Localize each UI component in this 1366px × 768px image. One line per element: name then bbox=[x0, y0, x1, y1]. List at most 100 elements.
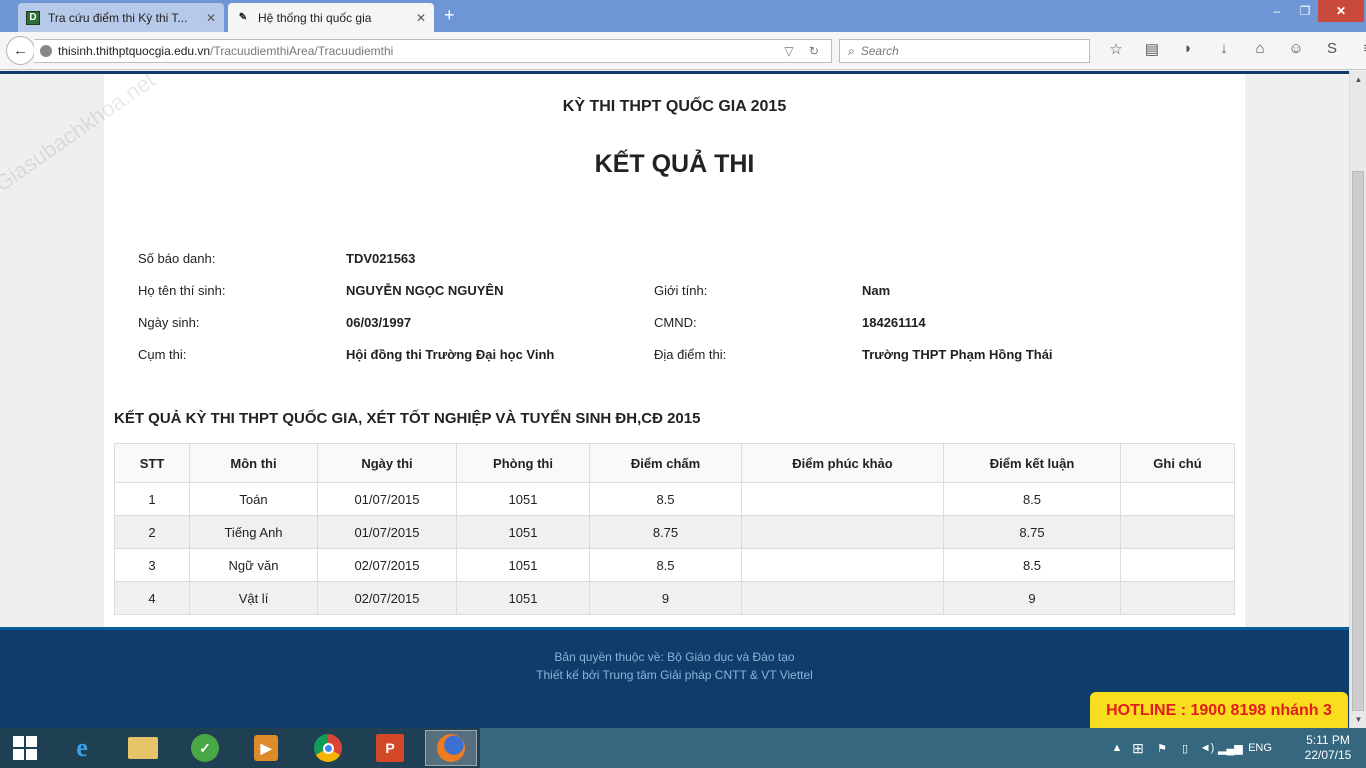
cell-room: 1051 bbox=[456, 515, 590, 549]
skype-icon[interactable]: S bbox=[1314, 40, 1350, 58]
cell-note bbox=[1120, 482, 1235, 516]
page-title: KẾT QUẢ THI bbox=[594, 150, 755, 178]
home-icon[interactable]: ⌂ bbox=[1242, 40, 1278, 58]
sbd-label: Số báo danh: bbox=[138, 251, 216, 266]
network-icon[interactable]: ▂▄▆ bbox=[1218, 742, 1243, 755]
cell-date: 02/07/2015 bbox=[317, 581, 457, 615]
exam-title: KỲ THI THPT QUỐC GIA 2015 bbox=[562, 98, 787, 115]
tab-title: Hệ thống thi quốc gia bbox=[258, 10, 372, 25]
cell-score: 8.5 bbox=[589, 548, 742, 582]
close-tab-icon[interactable]: ✕ bbox=[206, 11, 216, 25]
location-label: Địa điểm thi: bbox=[654, 347, 727, 362]
reload-icon[interactable]: ▽ ↻ bbox=[784, 44, 825, 58]
cell-stt: 1 bbox=[114, 482, 190, 516]
cell-note bbox=[1120, 581, 1235, 615]
result-card: KỲ THI THPT QUỐC GIA 2015 KẾT QUẢ THI Số… bbox=[104, 74, 1245, 627]
cell-final-score: 8.75 bbox=[943, 515, 1121, 549]
site-favicon-icon: D bbox=[26, 10, 40, 25]
scroll-up-icon[interactable]: ▲ bbox=[1350, 71, 1366, 88]
new-tab-button[interactable]: + bbox=[444, 5, 455, 26]
search-input[interactable]: ⌕ Search bbox=[839, 39, 1090, 63]
dob-value: 06/03/1997 bbox=[346, 315, 412, 330]
scroll-down-icon[interactable]: ▼ bbox=[1350, 711, 1366, 728]
cell-room: 1051 bbox=[456, 482, 590, 516]
name-label: Họ tên thí sinh: bbox=[138, 283, 226, 298]
hotline-banner[interactable]: HOTLINE : 1900 8198 nhánh 3 bbox=[1090, 692, 1348, 730]
chat-icon[interactable]: ☺ bbox=[1278, 40, 1314, 58]
download-icon[interactable]: ↓ bbox=[1206, 40, 1242, 58]
firefox-icon[interactable] bbox=[425, 730, 477, 766]
maximize-button[interactable]: ❐ bbox=[1292, 0, 1318, 22]
cell-final-score: 9 bbox=[943, 581, 1121, 615]
cell-subject: Vật lí bbox=[189, 581, 318, 615]
cell-review-score bbox=[741, 548, 944, 582]
file-explorer-icon[interactable] bbox=[117, 730, 169, 766]
flag-icon[interactable]: ⚑ bbox=[1150, 742, 1174, 755]
pencil-icon: ✎ bbox=[238, 12, 248, 23]
volume-icon[interactable]: ◄) bbox=[1196, 742, 1218, 754]
clock-time: 5:11 PM bbox=[1306, 733, 1350, 747]
header-date: Ngày thi bbox=[317, 443, 457, 483]
chrome-icon[interactable] bbox=[302, 730, 354, 766]
scroll-thumb[interactable] bbox=[1352, 171, 1364, 711]
minimize-button[interactable]: – bbox=[1262, 0, 1292, 22]
battery-icon[interactable]: ▯ bbox=[1174, 742, 1196, 755]
cell-final-score: 8.5 bbox=[943, 548, 1121, 582]
cell-subject: Toán bbox=[189, 482, 318, 516]
browser-toolbar: ☆ ▤ ◗ ↓ ⌂ ☺ S ≡ bbox=[1098, 40, 1366, 58]
windows-logo-icon bbox=[13, 736, 37, 760]
sbd-value: TDV021563 bbox=[346, 251, 416, 266]
page-scrollbar[interactable]: ▲ ▼ bbox=[1349, 71, 1366, 728]
header-room: Phòng thi bbox=[456, 443, 590, 483]
gender-label: Giới tính: bbox=[654, 283, 708, 298]
scores-table: STT Môn thi Ngày thi Phòng thi Điểm chấm… bbox=[114, 443, 1235, 615]
bookmark-star-icon[interactable]: ☆ bbox=[1098, 40, 1134, 58]
navigation-bar: ← thisinh.thithptquocgia.edu.vn /Tracuud… bbox=[0, 32, 1366, 70]
show-hidden-icons-icon[interactable]: ▲ bbox=[1108, 742, 1126, 754]
cell-stt: 2 bbox=[114, 515, 190, 549]
header-review-score: Điểm phúc khảo bbox=[741, 443, 944, 483]
page-viewport: KỲ THI THPT QUỐC GIA 2015 KẾT QUẢ THI Số… bbox=[0, 71, 1349, 728]
cell-review-score bbox=[741, 482, 944, 516]
clock[interactable]: 5:11 PM 22/07/15 bbox=[1296, 733, 1360, 763]
cluster-label: Cụm thi: bbox=[138, 347, 187, 362]
globe-icon bbox=[40, 45, 52, 57]
tab-tra-cuu[interactable]: D Tra cứu điểm thi Kỳ thi T... ✕ bbox=[18, 3, 224, 32]
cell-score: 8.75 bbox=[589, 515, 742, 549]
header-stt: STT bbox=[114, 443, 190, 483]
powerpoint-icon[interactable]: P bbox=[364, 730, 416, 766]
section-title: KẾT QUẢ KỲ THI THPT QUỐC GIA, XÉT TỐT NG… bbox=[114, 410, 701, 427]
search-placeholder: Search bbox=[860, 44, 899, 58]
tab-title: Tra cứu điểm thi Kỳ thi T... bbox=[48, 10, 188, 25]
dob-label: Ngày sinh: bbox=[138, 315, 200, 330]
media-player-icon[interactable]: ▶ bbox=[240, 730, 292, 766]
tab-he-thong[interactable]: ✎ Hệ thống thi quốc gia ✕ bbox=[228, 3, 434, 32]
url-path: /TracuudiemthiArea/Tracuudiemthi bbox=[210, 44, 394, 58]
browser-titlebar: D Tra cứu điểm thi Kỳ thi T... ✕ ✎ Hệ th… bbox=[0, 0, 1366, 32]
footer-copyright: Bản quyền thuộc về: Bộ Giáo dục và Đào t… bbox=[554, 650, 795, 664]
coccoc-browser-icon[interactable]: ✓ bbox=[179, 730, 231, 766]
name-value: NGUYỄN NGỌC NGUYÊN bbox=[346, 283, 504, 298]
close-window-button[interactable]: ✕ bbox=[1318, 0, 1364, 22]
windows-icon[interactable]: ⊞ bbox=[1126, 740, 1150, 757]
language-indicator[interactable]: ENG bbox=[1240, 742, 1280, 754]
table-row: 4 Vật lí 02/07/2015 1051 9 9 bbox=[114, 581, 1235, 615]
cell-room: 1051 bbox=[456, 581, 590, 615]
address-bar[interactable]: thisinh.thithptquocgia.edu.vn /Tracuudie… bbox=[34, 39, 832, 63]
cell-review-score bbox=[741, 515, 944, 549]
menu-icon[interactable]: ≡ bbox=[1350, 40, 1366, 58]
back-arrow-icon[interactable]: ← bbox=[6, 36, 35, 65]
internet-explorer-icon[interactable]: e bbox=[56, 730, 108, 766]
cell-score: 9 bbox=[589, 581, 742, 615]
header-score: Điểm chấm bbox=[589, 443, 742, 483]
cell-review-score bbox=[741, 581, 944, 615]
close-tab-icon[interactable]: ✕ bbox=[416, 11, 426, 25]
start-button[interactable] bbox=[0, 728, 50, 768]
header-final-score: Điểm kết luận bbox=[943, 443, 1121, 483]
footer-designer: Thiết kế bởi Trung tâm Giải pháp CNTT & … bbox=[536, 668, 813, 682]
table-header-row: STT Môn thi Ngày thi Phòng thi Điểm chấm… bbox=[114, 443, 1235, 483]
cell-score: 8.5 bbox=[589, 482, 742, 516]
pocket-icon[interactable]: ◗ bbox=[1170, 40, 1206, 58]
cell-subject: Tiếng Anh bbox=[189, 515, 318, 549]
reading-list-icon[interactable]: ▤ bbox=[1134, 40, 1170, 58]
